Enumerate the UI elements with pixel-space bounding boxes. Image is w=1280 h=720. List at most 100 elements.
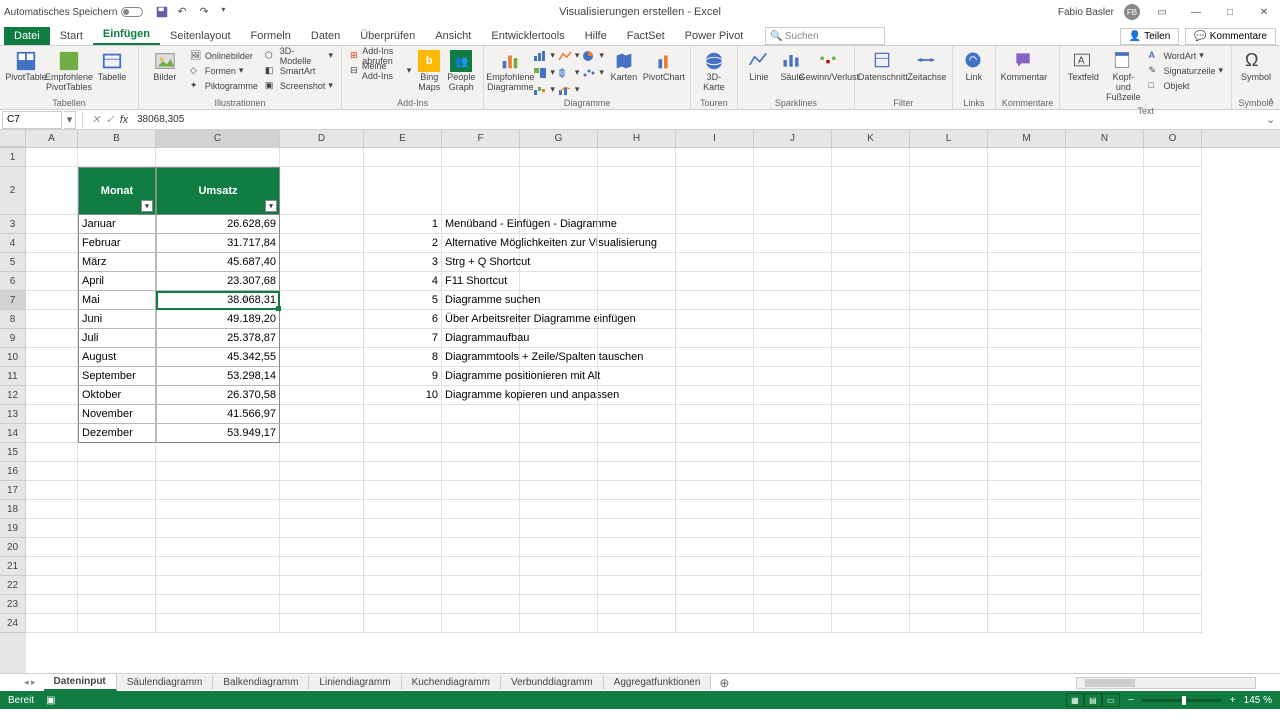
cell[interactable] bbox=[1066, 234, 1144, 253]
cell[interactable] bbox=[442, 481, 520, 500]
cell[interactable] bbox=[754, 253, 832, 272]
col-header-k[interactable]: K bbox=[832, 130, 910, 147]
col-header-g[interactable]: G bbox=[520, 130, 598, 147]
row-header[interactable]: 12 bbox=[0, 386, 26, 405]
cell[interactable] bbox=[988, 462, 1066, 481]
row-header[interactable]: 21 bbox=[0, 557, 26, 576]
cell[interactable] bbox=[1144, 424, 1202, 443]
filter-icon[interactable]: ▾ bbox=[265, 200, 277, 212]
cell[interactable] bbox=[598, 234, 676, 253]
cell[interactable] bbox=[1144, 500, 1202, 519]
cell[interactable] bbox=[598, 148, 676, 167]
stat-chart-icon[interactable]: ▾ bbox=[558, 65, 580, 80]
cell[interactable] bbox=[754, 481, 832, 500]
zoom-out-icon[interactable]: − bbox=[1128, 695, 1134, 706]
cell[interactable] bbox=[988, 329, 1066, 348]
share-button[interactable]: 👤Teilen bbox=[1120, 28, 1180, 45]
cell[interactable] bbox=[1066, 291, 1144, 310]
sheet-tab-verbunddiagramm[interactable]: Verbunddiagramm bbox=[501, 675, 604, 690]
cell[interactable]: Juni bbox=[78, 310, 156, 329]
cell[interactable]: 25.378,87 bbox=[156, 329, 280, 348]
fx-icon[interactable]: fx bbox=[117, 114, 131, 126]
cell[interactable] bbox=[676, 329, 754, 348]
cell[interactable]: April bbox=[78, 272, 156, 291]
col-header-n[interactable]: N bbox=[1066, 130, 1144, 147]
cell[interactable]: Monat▾ bbox=[78, 167, 156, 215]
tab-powerpivot[interactable]: Power Pivot bbox=[675, 27, 754, 45]
cell[interactable]: Menüband - Einfügen - Diagramme bbox=[442, 215, 520, 234]
cell[interactable] bbox=[910, 557, 988, 576]
cell[interactable] bbox=[988, 443, 1066, 462]
col-header-h[interactable]: H bbox=[598, 130, 676, 147]
expand-formula-icon[interactable]: ⌄ bbox=[1266, 113, 1280, 126]
pivottable-button[interactable]: PivotTable bbox=[6, 48, 46, 85]
cell[interactable] bbox=[910, 481, 988, 500]
cell[interactable]: 53.949,17 bbox=[156, 424, 280, 443]
col-header-j[interactable]: J bbox=[754, 130, 832, 147]
cell[interactable] bbox=[754, 167, 832, 215]
cell[interactable] bbox=[156, 519, 280, 538]
col-header-m[interactable]: M bbox=[988, 130, 1066, 147]
cell[interactable] bbox=[78, 576, 156, 595]
cell[interactable] bbox=[988, 576, 1066, 595]
cell[interactable] bbox=[364, 500, 442, 519]
cell[interactable] bbox=[26, 291, 78, 310]
cell[interactable] bbox=[832, 329, 910, 348]
cell[interactable] bbox=[26, 348, 78, 367]
cell[interactable] bbox=[988, 481, 1066, 500]
cell[interactable] bbox=[156, 614, 280, 633]
cell[interactable] bbox=[1066, 272, 1144, 291]
cell[interactable] bbox=[26, 148, 78, 167]
cell[interactable] bbox=[598, 348, 676, 367]
minimize-icon[interactable]: — bbox=[1184, 4, 1208, 20]
cell[interactable] bbox=[520, 500, 598, 519]
cell[interactable] bbox=[520, 481, 598, 500]
tab-hilfe[interactable]: Hilfe bbox=[575, 27, 617, 45]
cell[interactable] bbox=[988, 386, 1066, 405]
spreadsheet-grid[interactable]: A B C D E F G H I J K L M N O 1 2 3 4 5 … bbox=[0, 130, 1280, 673]
col-header-a[interactable]: A bbox=[26, 130, 78, 147]
cell[interactable] bbox=[988, 367, 1066, 386]
zoom-level[interactable]: 145 % bbox=[1244, 695, 1272, 706]
cell[interactable] bbox=[598, 462, 676, 481]
cell[interactable] bbox=[1066, 481, 1144, 500]
cell[interactable] bbox=[598, 519, 676, 538]
cell[interactable] bbox=[1066, 367, 1144, 386]
cell[interactable]: 4 bbox=[364, 272, 442, 291]
cell[interactable] bbox=[598, 215, 676, 234]
karten-button[interactable]: Karten bbox=[607, 48, 641, 85]
cell[interactable] bbox=[754, 148, 832, 167]
cell[interactable] bbox=[988, 167, 1066, 215]
sheet-tab-saulendiagramm[interactable]: Säulendiagramm bbox=[117, 675, 214, 690]
cell[interactable] bbox=[754, 405, 832, 424]
cell[interactable] bbox=[754, 443, 832, 462]
qat-more-icon[interactable]: ▾ bbox=[221, 5, 235, 19]
cell[interactable] bbox=[676, 253, 754, 272]
cell[interactable] bbox=[442, 405, 520, 424]
kopfzeile-button[interactable]: Kopf- und Fußzeile bbox=[1103, 48, 1143, 105]
cell[interactable] bbox=[598, 253, 676, 272]
cell[interactable] bbox=[598, 538, 676, 557]
row-header[interactable]: 4 bbox=[0, 234, 26, 253]
cell[interactable] bbox=[26, 167, 78, 215]
name-box[interactable]: C7 bbox=[2, 111, 62, 129]
cell[interactable] bbox=[26, 234, 78, 253]
sheet-tab-balkendiagramm[interactable]: Balkendiagramm bbox=[213, 675, 309, 690]
cell[interactable] bbox=[280, 167, 364, 215]
cell[interactable] bbox=[676, 614, 754, 633]
cell[interactable] bbox=[26, 253, 78, 272]
combo-chart-icon[interactable]: ▾ bbox=[558, 82, 580, 97]
cell[interactable] bbox=[910, 424, 988, 443]
cell[interactable]: Alternative Möglichkeiten zur Visualisie… bbox=[442, 234, 520, 253]
cell[interactable] bbox=[1066, 348, 1144, 367]
cell[interactable] bbox=[598, 367, 676, 386]
bar-chart-icon[interactable]: ▾ bbox=[533, 48, 555, 63]
cell[interactable]: 26.628,69 bbox=[156, 215, 280, 234]
cell[interactable] bbox=[280, 348, 364, 367]
cell[interactable] bbox=[26, 367, 78, 386]
cell[interactable] bbox=[520, 310, 598, 329]
cell[interactable] bbox=[280, 405, 364, 424]
cell[interactable] bbox=[910, 253, 988, 272]
cell[interactable] bbox=[26, 424, 78, 443]
cell[interactable] bbox=[988, 405, 1066, 424]
